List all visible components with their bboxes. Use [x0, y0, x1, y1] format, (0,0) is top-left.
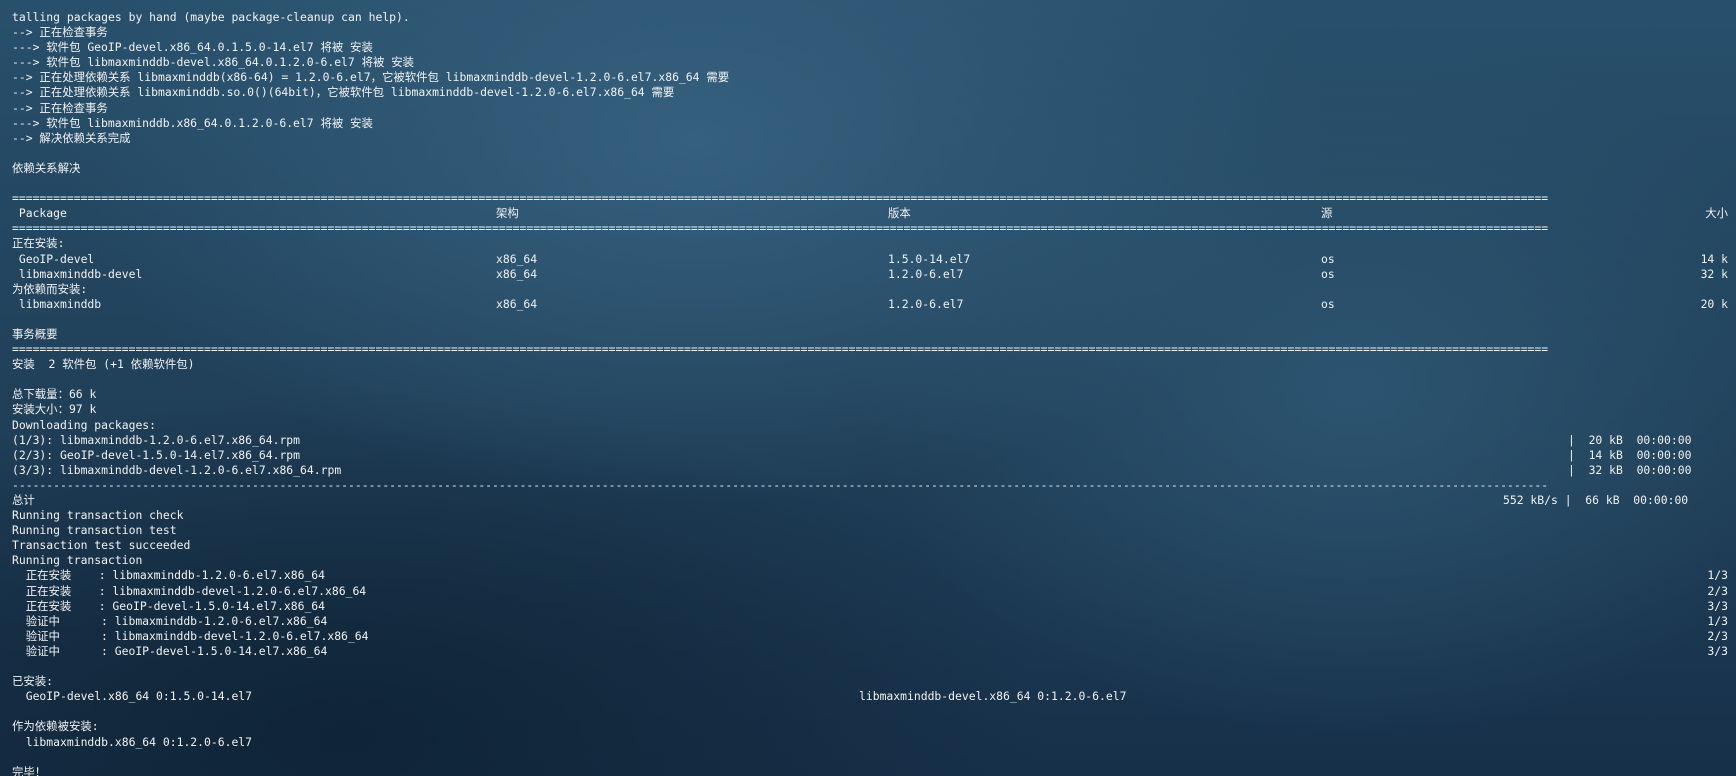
step-text: 验证中 : libmaxminddb-devel-1.2.0-6.el7.x86… — [12, 628, 369, 643]
col-header-size: 大小 — [1705, 206, 1728, 221]
double-separator: ========================================… — [12, 191, 1549, 206]
table-header-row: Package 架构 版本 源 大小 — [12, 206, 1728, 221]
step-text: 正在安装 : libmaxminddb-devel-1.2.0-6.el7.x8… — [12, 583, 367, 598]
download-row: (3/3): libmaxminddb-devel-1.2.0-6.el7.x8… — [12, 463, 1728, 478]
cell-size: 14 k — [1700, 251, 1728, 266]
col-header-package: Package — [12, 206, 67, 221]
download-stats: | 20 kB 00:00:00 — [1568, 432, 1692, 447]
download-row: (1/3): libmaxminddb-1.2.0-6.el7.x86_64.r… — [12, 433, 1728, 448]
step-text: 验证中 : GeoIP-devel-1.5.0-14.el7.x86_64 — [12, 643, 328, 658]
group-label-installing: 正在安装: — [12, 236, 65, 251]
transaction-line: Transaction test succeeded — [12, 538, 191, 553]
step-count: 2/3 — [1707, 583, 1728, 598]
transaction-step: 正在安装 : GeoIP-devel-1.5.0-14.el7.x86_64 3… — [12, 599, 1728, 614]
cell-repo: os — [1321, 296, 1335, 311]
transaction-step: 验证中 : GeoIP-devel-1.5.0-14.el7.x86_64 3/… — [12, 644, 1728, 659]
installed-left: GeoIP-devel.x86_64 0:1.5.0-14.el7 — [12, 689, 253, 704]
installed-right: libmaxminddb-devel.x86_64 0:1.2.0-6.el7 — [859, 689, 1127, 704]
col-header-arch: 架构 — [496, 206, 519, 221]
cell-package: libmaxminddb-devel — [12, 266, 143, 281]
download-name: (3/3): libmaxminddb-devel-1.2.0-6.el7.x8… — [12, 462, 342, 477]
log-line: ---> 软件包 GeoIP-devel.x86_64.0.1.5.0-14.e… — [12, 40, 373, 55]
step-count: 3/3 — [1707, 598, 1728, 613]
download-row: (2/3): GeoIP-devel-1.5.0-14.el7.x86_64.r… — [12, 448, 1728, 463]
table-row: libmaxminddb x86_64 1.2.0-6.el7 os 20 k — [12, 297, 1728, 312]
total-download: 总下载量：66 k — [12, 387, 97, 402]
step-text: 正在安装 : libmaxminddb-1.2.0-6.el7.x86_64 — [12, 568, 326, 583]
log-line: talling packages by hand (maybe package-… — [12, 10, 410, 24]
step-text: 正在安装 : GeoIP-devel-1.5.0-14.el7.x86_64 — [12, 598, 326, 613]
cell-version: 1.2.0-6.el7 — [888, 296, 964, 311]
resolved-heading: 依赖关系解决 — [12, 160, 81, 175]
single-separator: ----------------------------------------… — [12, 477, 1549, 492]
log-line: --> 正在检查事务 — [12, 25, 108, 40]
transaction-step: 验证中 : libmaxminddb-1.2.0-6.el7.x86_64 1/… — [12, 614, 1728, 629]
download-name: (1/3): libmaxminddb-1.2.0-6.el7.x86_64.r… — [12, 432, 301, 447]
summary-install-line: 安装 2 软件包 (+1 依赖软件包) — [12, 357, 195, 372]
double-separator: ========================================… — [12, 221, 1549, 236]
step-count: 3/3 — [1707, 643, 1728, 658]
dep-installed-heading: 作为依赖被安装: — [12, 719, 99, 734]
summary-heading: 事务概要 — [12, 326, 58, 341]
step-count: 1/3 — [1707, 613, 1728, 628]
cell-repo: os — [1321, 266, 1335, 281]
log-line: --> 正在检查事务 — [12, 100, 108, 115]
download-stats: | 14 kB 00:00:00 — [1568, 447, 1692, 462]
step-count: 1/3 — [1707, 568, 1728, 583]
cell-size: 32 k — [1700, 266, 1728, 281]
terminal-window[interactable]: talling packages by hand (maybe package-… — [0, 0, 1736, 776]
dep-installed-item: libmaxminddb.x86_64 0:1.2.0-6.el7 — [12, 734, 253, 749]
table-row: GeoIP-devel x86_64 1.5.0-14.el7 os 14 k — [12, 252, 1728, 267]
transaction-line: Running transaction — [12, 553, 143, 568]
log-line: --> 解决依赖关系完成 — [12, 130, 131, 145]
cell-package: libmaxminddb — [12, 296, 102, 311]
installed-heading: 已安装: — [12, 674, 54, 689]
transaction-line: Running transaction check — [12, 508, 184, 523]
installed-row: GeoIP-devel.x86_64 0:1.5.0-14.el7 libmax… — [12, 689, 1728, 704]
transaction-step: 正在安装 : libmaxminddb-1.2.0-6.el7.x86_64 1… — [12, 568, 1728, 583]
group-label-deps: 为依赖而安装: — [12, 281, 88, 296]
download-stats: | 32 kB 00:00:00 — [1568, 462, 1692, 477]
table-row: libmaxminddb-devel x86_64 1.2.0-6.el7 os… — [12, 267, 1728, 282]
double-separator: ========================================… — [12, 342, 1549, 357]
step-count: 2/3 — [1707, 628, 1728, 643]
transaction-line: Running transaction test — [12, 523, 177, 538]
total-stats: 552 kB/s | 66 kB 00:00:00 — [1503, 493, 1689, 507]
log-line: --> 正在处理依赖关系 libmaxminddb.so.0()(64bit)，… — [12, 85, 675, 100]
transaction-step: 验证中 : libmaxminddb-devel-1.2.0-6.el7.x86… — [12, 629, 1728, 644]
downloading-label: Downloading packages: — [12, 417, 157, 432]
cell-version: 1.5.0-14.el7 — [888, 251, 971, 266]
transaction-step: 正在安装 : libmaxminddb-devel-1.2.0-6.el7.x8… — [12, 584, 1728, 599]
cell-version: 1.2.0-6.el7 — [888, 266, 964, 281]
log-line: ---> 软件包 libmaxminddb.x86_64.0.1.2.0-6.e… — [12, 115, 373, 130]
cell-arch: x86_64 — [496, 251, 538, 266]
install-size: 安装大小：97 k — [12, 402, 97, 417]
terminal-output: talling packages by hand (maybe package-… — [12, 10, 1728, 776]
col-header-version: 版本 — [888, 206, 911, 221]
log-line: --> 正在处理依赖关系 libmaxminddb(x86-64) = 1.2.… — [12, 70, 730, 85]
log-line: ---> 软件包 libmaxminddb-devel.x86_64.0.1.2… — [12, 55, 415, 70]
total-label: 总计 — [12, 493, 35, 507]
done-message: 完毕！ — [12, 764, 47, 776]
download-name: (2/3): GeoIP-devel-1.5.0-14.el7.x86_64.r… — [12, 447, 301, 462]
step-text: 验证中 : libmaxminddb-1.2.0-6.el7.x86_64 — [12, 613, 328, 628]
total-row: 总计 552 kB/s | 66 kB 00:00:00 — [12, 493, 1728, 508]
cell-repo: os — [1321, 251, 1335, 266]
cell-size: 20 k — [1700, 296, 1728, 311]
cell-arch: x86_64 — [496, 296, 538, 311]
col-header-repo: 源 — [1321, 206, 1333, 221]
cell-arch: x86_64 — [496, 266, 538, 281]
cell-package: GeoIP-devel — [12, 251, 95, 266]
